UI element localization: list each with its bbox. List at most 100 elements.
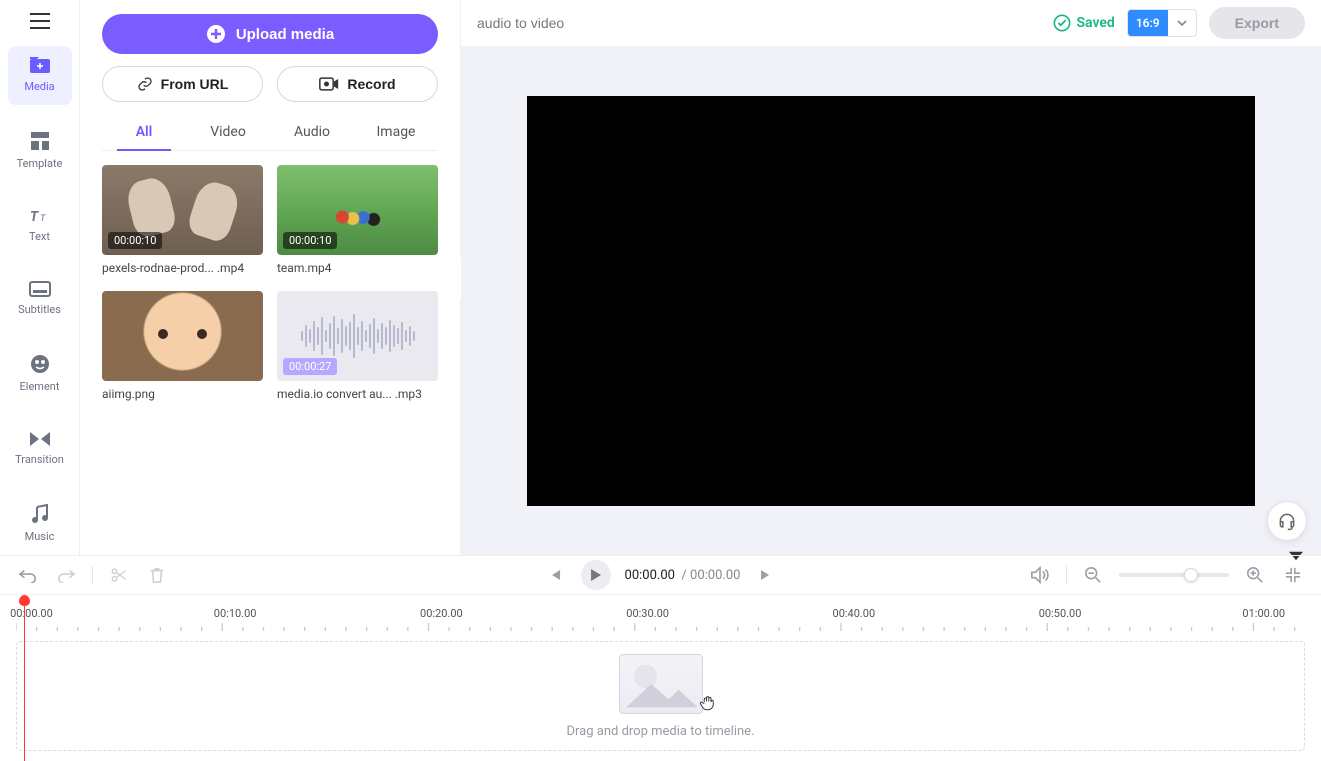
- tab-image[interactable]: Image: [354, 116, 438, 150]
- saved-label: Saved: [1077, 15, 1115, 31]
- video-canvas[interactable]: [527, 96, 1255, 506]
- nav-media[interactable]: Media: [8, 46, 72, 105]
- redo-button[interactable]: [54, 563, 78, 587]
- undo-button[interactable]: [16, 563, 40, 587]
- divider: [1066, 566, 1067, 584]
- record-button[interactable]: Record: [277, 66, 438, 102]
- media-filename: media.io convert au... .mp3: [277, 387, 438, 401]
- aspect-ratio-select[interactable]: 16:9: [1127, 9, 1197, 37]
- ruler-label: 00:50.00: [1039, 607, 1082, 620]
- media-thumbnail: 00:00:10: [102, 165, 263, 255]
- skip-forward-icon: [759, 568, 773, 582]
- timeline-drop-zone[interactable]: Drag and drop media to timeline.: [16, 641, 1305, 751]
- svg-text:T: T: [30, 210, 39, 224]
- svg-text:T: T: [40, 214, 46, 224]
- media-grid: 00:00:10 pexels-rodnae-prod... .mp4 00:0…: [102, 165, 438, 401]
- from-url-label: From URL: [161, 76, 229, 92]
- nav-label: Template: [17, 157, 63, 170]
- aspect-ratio-value: 16:9: [1128, 10, 1168, 36]
- drop-hint-text: Drag and drop media to timeline.: [566, 724, 754, 739]
- export-button[interactable]: Export: [1209, 7, 1305, 39]
- tab-video[interactable]: Video: [186, 116, 270, 150]
- zoom-in-button[interactable]: [1243, 563, 1267, 587]
- duration-badge: 00:00:10: [283, 232, 337, 249]
- check-circle-icon: [1053, 14, 1071, 32]
- zoom-slider[interactable]: [1119, 573, 1229, 577]
- nav-label: Music: [25, 530, 55, 543]
- redo-icon: [57, 567, 75, 583]
- media-item[interactable]: 00:00:27 media.io convert au... .mp3: [277, 291, 438, 401]
- cut-button[interactable]: [107, 563, 131, 587]
- media-tabs: All Video Audio Image: [102, 116, 438, 151]
- zoom-out-button[interactable]: [1081, 563, 1105, 587]
- support-button[interactable]: [1267, 501, 1307, 541]
- upload-plus-icon: [206, 24, 226, 44]
- subtitles-icon: [29, 281, 51, 297]
- header-bar: Saved 16:9 Export: [461, 0, 1321, 46]
- nav-label: Subtitles: [18, 303, 61, 316]
- drop-placeholder-thumb: [619, 654, 703, 714]
- undo-icon: [19, 567, 37, 583]
- duration-badge: 00:00:27: [283, 358, 337, 375]
- nav-subtitles[interactable]: Subtitles: [8, 271, 72, 328]
- media-thumbnail: [102, 291, 263, 381]
- prev-frame-button[interactable]: [543, 563, 567, 587]
- play-icon: [590, 568, 602, 582]
- ruler-label: 01:00.00: [1242, 607, 1285, 620]
- transition-icon: [29, 431, 51, 447]
- collapse-icon: [1285, 567, 1301, 583]
- folder-plus-icon: [29, 56, 51, 74]
- menu-button[interactable]: [20, 8, 60, 34]
- divider: [92, 566, 93, 584]
- media-item[interactable]: 00:00:10 team.mp4: [277, 165, 438, 275]
- media-thumbnail: 00:00:27: [277, 291, 438, 381]
- timeline: 00:00.00 00:10.00 00:20.00 00:30.00 00:4…: [0, 595, 1321, 761]
- nav-element[interactable]: Element: [8, 344, 72, 405]
- headset-icon: [1277, 511, 1297, 531]
- playhead[interactable]: [24, 595, 25, 761]
- volume-icon: [1030, 566, 1050, 584]
- nav-transition[interactable]: Transition: [8, 421, 72, 478]
- nav-label: Transition: [15, 453, 64, 466]
- tab-audio[interactable]: Audio: [270, 116, 354, 150]
- zoom-out-icon: [1084, 566, 1102, 584]
- from-url-button[interactable]: From URL: [102, 66, 263, 102]
- media-item[interactable]: aiimg.png: [102, 291, 263, 401]
- music-icon: [30, 504, 50, 524]
- controls-bar: 00:00.00 / 00:00.00: [0, 555, 1321, 595]
- play-button[interactable]: [581, 560, 611, 590]
- timeline-ruler[interactable]: 00:00.00 00:10.00 00:20.00 00:30.00 00:4…: [16, 601, 1305, 633]
- link-icon: [137, 76, 153, 92]
- skip-back-icon: [548, 568, 562, 582]
- media-filename: aiimg.png: [102, 387, 263, 401]
- nav-label: Media: [24, 80, 54, 93]
- tab-all[interactable]: All: [102, 116, 186, 150]
- delete-button[interactable]: [145, 563, 169, 587]
- text-icon: TT: [30, 208, 50, 224]
- duration-badge: 00:00:10: [108, 232, 162, 249]
- next-frame-button[interactable]: [754, 563, 778, 587]
- fit-screen-button[interactable]: [1281, 563, 1305, 587]
- record-icon: [319, 77, 339, 91]
- hamburger-icon: [30, 13, 50, 29]
- nav-label: Element: [20, 380, 60, 393]
- media-filename: pexels-rodnae-prod... .mp4: [102, 261, 263, 275]
- ruler-label: 00:10.00: [214, 607, 257, 620]
- preview-area: Saved 16:9 Export: [460, 0, 1321, 555]
- playback-time: 00:00.00 / 00:00.00: [625, 568, 741, 583]
- upload-media-button[interactable]: Upload media: [102, 14, 438, 54]
- nav-music[interactable]: Music: [8, 494, 72, 555]
- ruler-label: 00:00.00: [10, 607, 53, 620]
- nav-template[interactable]: Template: [8, 121, 72, 182]
- saved-status: Saved: [1053, 14, 1115, 32]
- ruler-label: 00:40.00: [833, 607, 876, 620]
- ruler-label: 00:20.00: [420, 607, 463, 620]
- upload-label: Upload media: [236, 26, 334, 43]
- project-title-input[interactable]: [477, 15, 1041, 31]
- zoom-knob[interactable]: [1184, 568, 1198, 582]
- media-item[interactable]: 00:00:10 pexels-rodnae-prod... .mp4: [102, 165, 263, 275]
- nav-text[interactable]: TT Text: [8, 198, 72, 255]
- volume-button[interactable]: [1028, 563, 1052, 587]
- template-icon: [30, 131, 50, 151]
- element-icon: [30, 354, 50, 374]
